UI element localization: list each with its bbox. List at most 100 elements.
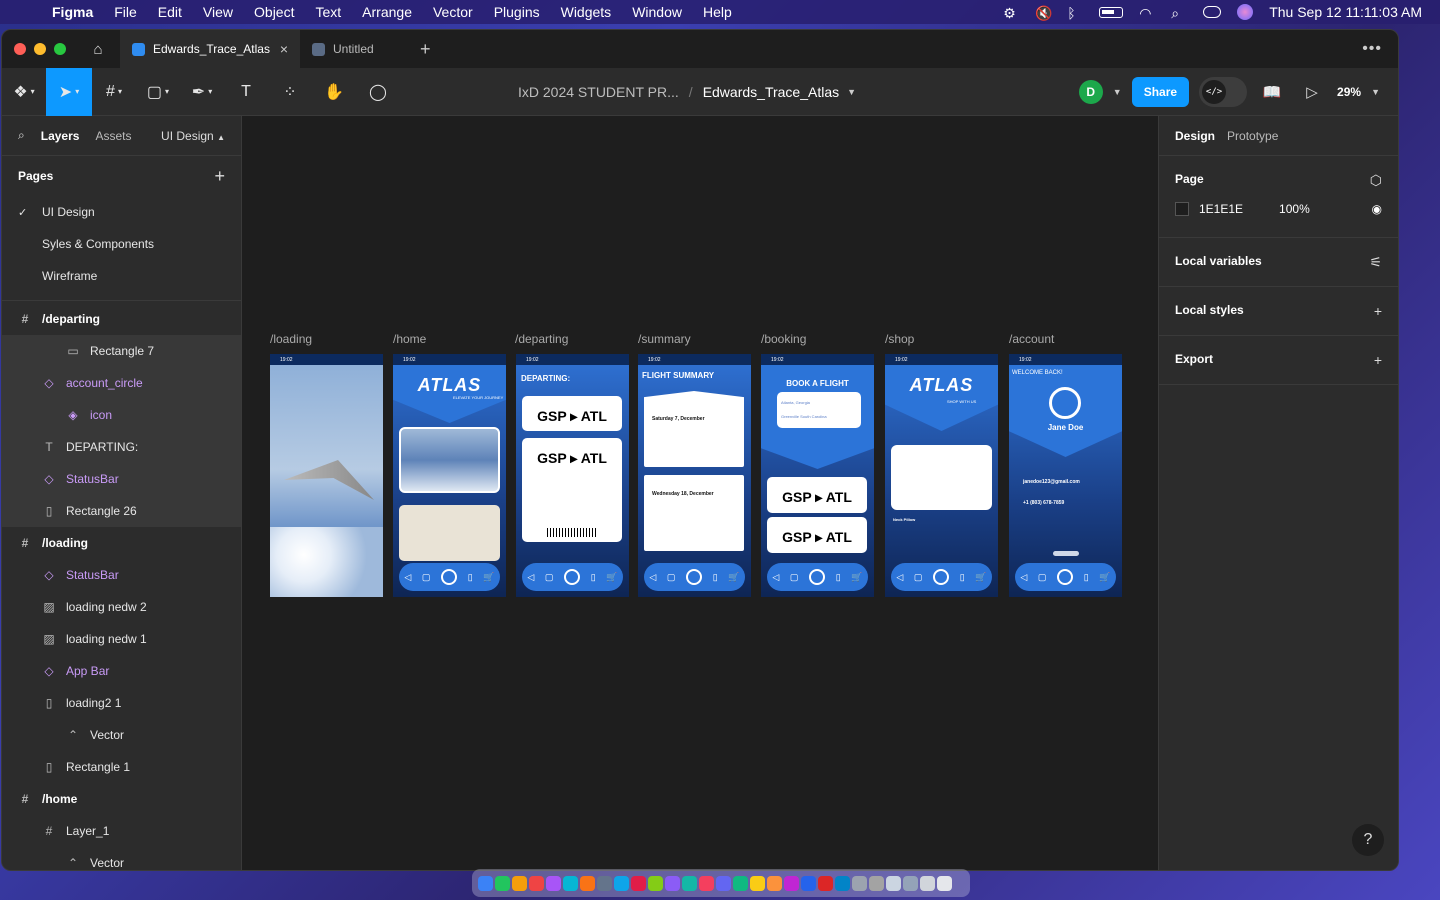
ticket-option-1[interactable]: GSP ▸ ATL: [767, 477, 867, 513]
tab-prototype[interactable]: Prototype: [1227, 129, 1278, 143]
dock-app-icon[interactable]: [665, 875, 680, 891]
frame-departing[interactable]: 19:02 DEPARTING: GSP ▸ ATL GSP ▸ ATL ◁ ▢ ▯…: [516, 354, 629, 597]
close-tab-icon[interactable]: ×: [280, 41, 288, 57]
layer-item[interactable]: ▨ loading nedw 2: [2, 591, 241, 623]
dock-app-icon[interactable]: [801, 875, 816, 891]
layer-item[interactable]: # /loading: [2, 527, 241, 559]
search-icon[interactable]: ⌕: [18, 128, 25, 143]
dock-app-icon[interactable]: [478, 875, 493, 891]
layer-item[interactable]: ▨ loading nedw 1: [2, 623, 241, 655]
fill-opacity[interactable]: 100%: [1279, 202, 1310, 216]
frame-tool-button[interactable]: # ▾: [92, 68, 136, 116]
layer-item[interactable]: ◇ StatusBar: [2, 463, 241, 495]
dock-app-icon[interactable]: [597, 875, 612, 891]
layer-item[interactable]: ▯ Rectangle 1: [2, 751, 241, 783]
tab-untitled[interactable]: Untitled: [300, 30, 410, 68]
wifi-icon[interactable]: ◠: [1139, 5, 1155, 21]
dock-app-icon[interactable]: [835, 875, 850, 891]
frame-account[interactable]: 19:02 WELCOME BACK! Jane Doe janedoe123@…: [1009, 354, 1122, 597]
styles-icon[interactable]: ⬡: [1370, 172, 1382, 189]
menu-file[interactable]: File: [114, 4, 137, 20]
dock-app-icon[interactable]: [580, 875, 595, 891]
new-tab-button[interactable]: +: [420, 39, 431, 60]
hand-tool-button[interactable]: ✋: [312, 68, 356, 116]
tab-layers[interactable]: Layers: [41, 129, 80, 143]
dock-app-icon[interactable]: [886, 875, 901, 891]
menu-help[interactable]: Help: [703, 4, 732, 20]
frame-label-home[interactable]: /home: [393, 332, 426, 346]
add-page-button[interactable]: +: [214, 166, 225, 187]
edit-button[interactable]: [1053, 551, 1079, 556]
sliders-icon[interactable]: ⚟: [1369, 254, 1382, 271]
dock-app-icon[interactable]: [937, 875, 952, 891]
dock-app-icon[interactable]: [733, 875, 748, 891]
dock-app-icon[interactable]: [818, 875, 833, 891]
frame-label-booking[interactable]: /booking: [761, 332, 806, 346]
frame-home[interactable]: 19:02 ATLAS ELEVATE YOUR JOURNEY ◁ ▢ ▯ 🛒: [393, 354, 506, 597]
layer-item[interactable]: # /home: [2, 783, 241, 815]
dev-mode-toggle[interactable]: [1199, 77, 1248, 107]
dock-app-icon[interactable]: [699, 875, 714, 891]
tab-design[interactable]: Design: [1175, 129, 1215, 143]
dock-app-icon[interactable]: [767, 875, 782, 891]
pen-tool-button[interactable]: ✒ ▾: [180, 68, 224, 116]
dock-app-icon[interactable]: [546, 875, 561, 891]
booking-from-input[interactable]: Atlanta, Georgia: [781, 400, 810, 405]
dock-app-icon[interactable]: [495, 875, 510, 891]
menu-arrange[interactable]: Arrange: [362, 4, 412, 20]
layer-item[interactable]: # /departing: [2, 303, 241, 335]
control-center-icon[interactable]: [1203, 6, 1222, 18]
shape-tool-button[interactable]: ▢ ▾: [136, 68, 180, 116]
dock-app-icon[interactable]: [631, 875, 646, 891]
menu-view[interactable]: View: [203, 4, 233, 20]
chevron-down-icon[interactable]: ▼: [847, 87, 856, 97]
main-menu-button[interactable]: ❖ ▾: [2, 68, 46, 116]
minimize-window-button[interactable]: [34, 43, 46, 55]
more-options-icon[interactable]: •••: [1362, 40, 1382, 58]
layer-item[interactable]: ▯ Rectangle 26: [2, 495, 241, 527]
menu-plugins[interactable]: Plugins: [494, 4, 540, 20]
chevron-down-icon[interactable]: ▼: [1113, 87, 1122, 97]
layer-item[interactable]: # Layer_1: [2, 815, 241, 847]
dock-app-icon[interactable]: [869, 875, 884, 891]
layer-item[interactable]: T DEPARTING:: [2, 431, 241, 463]
layer-item[interactable]: ▯ loading2 1: [2, 687, 241, 719]
figma-status-icon[interactable]: ⚙: [1003, 5, 1019, 21]
frame-shop[interactable]: 19:02 ATLAS SHOP WITH US Neck Pillow ◁ ▢ ▯…: [885, 354, 998, 597]
menu-edit[interactable]: Edit: [158, 4, 182, 20]
move-tool-button[interactable]: ➤ ▾: [46, 67, 92, 116]
bottom-nav[interactable]: ◁ ▢ ▯ 🛒: [399, 563, 500, 591]
zoom-level[interactable]: 29%: [1337, 85, 1361, 99]
layer-item[interactable]: ◇ account_circle: [2, 367, 241, 399]
ticket-option-2[interactable]: GSP ▸ ATL: [767, 517, 867, 553]
dock-app-icon[interactable]: [614, 875, 629, 891]
booking-form[interactable]: Atlanta, Georgia Greenville South Caroli…: [777, 392, 861, 428]
user-avatar[interactable]: D: [1078, 80, 1103, 104]
layer-item[interactable]: ⌃ Vector: [2, 719, 241, 751]
text-tool-button[interactable]: T: [224, 68, 268, 116]
close-window-button[interactable]: [14, 43, 26, 55]
product-image-card[interactable]: [891, 445, 992, 510]
layer-item[interactable]: ◇ App Bar: [2, 655, 241, 687]
frame-label-shop[interactable]: /shop: [885, 332, 914, 346]
menu-vector[interactable]: Vector: [433, 4, 473, 20]
fill-swatch[interactable]: [1175, 202, 1189, 216]
file-name[interactable]: Edwards_Trace_Atlas: [703, 84, 839, 100]
frame-label-account[interactable]: /account: [1009, 332, 1054, 346]
share-button[interactable]: Share: [1131, 77, 1190, 107]
frame-summary[interactable]: 19:02 FLIGHT SUMMARY Saturday 7, Decembe…: [638, 354, 751, 597]
fill-hex[interactable]: 1E1E1E: [1199, 202, 1243, 216]
menu-app[interactable]: Figma: [52, 4, 93, 20]
bottom-nav[interactable]: ◁ ▢ ▯ 🛒: [1015, 563, 1116, 591]
canvas[interactable]: /loading /home /departing /summary /book…: [242, 116, 1160, 870]
menu-object[interactable]: Object: [254, 4, 294, 20]
eye-icon[interactable]: ◉: [1372, 202, 1382, 216]
layer-item[interactable]: ◈ icon: [2, 399, 241, 431]
siri-icon[interactable]: [1237, 4, 1254, 20]
zoom-window-button[interactable]: [54, 43, 66, 55]
tab-edwards-trace-atlas[interactable]: Edwards_Trace_Atlas ×: [120, 30, 300, 68]
dock-app-icon[interactable]: [529, 875, 544, 891]
battery-icon[interactable]: [1099, 6, 1124, 18]
plus-icon[interactable]: +: [1374, 352, 1382, 368]
menubar-clock[interactable]: Thu Sep 12 11:11:03 AM: [1269, 4, 1422, 20]
